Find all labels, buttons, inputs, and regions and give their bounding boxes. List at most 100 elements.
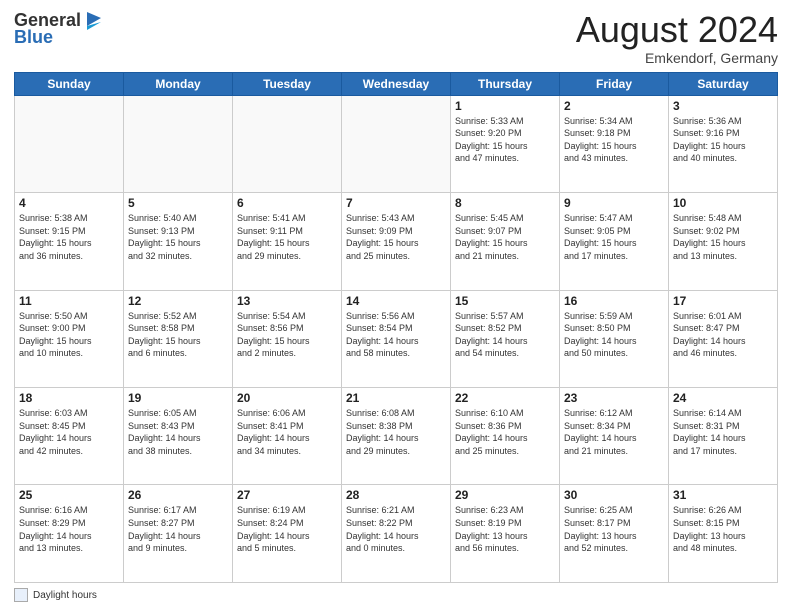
logo: General Blue <box>14 10 105 48</box>
col-saturday: Saturday <box>669 72 778 95</box>
calendar-cell <box>233 95 342 192</box>
week-row-0: 1 Sunrise: 5:33 AM Sunset: 9:20 PM Daylig… <box>15 95 778 192</box>
day-info: Sunrise: 5:38 AM Sunset: 9:15 PM Dayligh… <box>19 212 119 262</box>
day-number: 2 <box>564 99 664 113</box>
title-month: August 2024 <box>576 10 778 50</box>
calendar-cell: 31 Sunrise: 6:26 AM Sunset: 8:15 PM Dayli… <box>669 485 778 583</box>
day-info: Sunrise: 6:05 AM Sunset: 8:43 PM Dayligh… <box>128 407 228 457</box>
legend: Daylight hours <box>14 588 778 602</box>
day-number: 22 <box>455 391 555 405</box>
calendar-cell <box>342 95 451 192</box>
day-info: Sunrise: 6:25 AM Sunset: 8:17 PM Dayligh… <box>564 504 664 554</box>
title-location: Emkendorf, Germany <box>576 50 778 66</box>
day-info: Sunrise: 5:47 AM Sunset: 9:05 PM Dayligh… <box>564 212 664 262</box>
col-sunday: Sunday <box>15 72 124 95</box>
calendar-cell <box>15 95 124 192</box>
day-info: Sunrise: 5:43 AM Sunset: 9:09 PM Dayligh… <box>346 212 446 262</box>
day-number: 1 <box>455 99 555 113</box>
calendar-cell: 15 Sunrise: 5:57 AM Sunset: 8:52 PM Dayli… <box>451 290 560 387</box>
logo-icon <box>83 8 105 30</box>
calendar-cell: 9 Sunrise: 5:47 AM Sunset: 9:05 PM Daylig… <box>560 193 669 290</box>
logo-blue-text: Blue <box>14 27 53 48</box>
calendar-cell <box>124 95 233 192</box>
day-number: 9 <box>564 196 664 210</box>
day-number: 16 <box>564 294 664 308</box>
day-number: 10 <box>673 196 773 210</box>
calendar-cell: 3 Sunrise: 5:36 AM Sunset: 9:16 PM Daylig… <box>669 95 778 192</box>
page: General Blue August 2024 Emkendorf, Germ… <box>0 0 792 612</box>
day-info: Sunrise: 5:52 AM Sunset: 8:58 PM Dayligh… <box>128 310 228 360</box>
day-info: Sunrise: 6:03 AM Sunset: 8:45 PM Dayligh… <box>19 407 119 457</box>
calendar-cell: 28Sunrise: 6:21 AM Sunset: 8:22 PM Dayli… <box>342 485 451 583</box>
day-info: Sunrise: 6:26 AM Sunset: 8:15 PM Dayligh… <box>673 504 773 554</box>
header: General Blue August 2024 Emkendorf, Germ… <box>14 10 778 66</box>
calendar-cell: 20Sunrise: 6:06 AM Sunset: 8:41 PM Dayli… <box>233 388 342 485</box>
day-number: 11 <box>19 294 119 308</box>
calendar-cell: 27Sunrise: 6:19 AM Sunset: 8:24 PM Dayli… <box>233 485 342 583</box>
day-number: 26 <box>128 488 228 502</box>
day-number: 19 <box>128 391 228 405</box>
day-info: Sunrise: 5:48 AM Sunset: 9:02 PM Dayligh… <box>673 212 773 262</box>
day-info: Sunrise: 6:23 AM Sunset: 8:19 PM Dayligh… <box>455 504 555 554</box>
calendar-cell: 26 Sunrise: 6:17 AM Sunset: 8:27 PM Dayli… <box>124 485 233 583</box>
calendar-cell: 29 Sunrise: 6:23 AM Sunset: 8:19 PM Dayli… <box>451 485 560 583</box>
day-number: 13 <box>237 294 337 308</box>
col-tuesday: Tuesday <box>233 72 342 95</box>
day-number: 15 <box>455 294 555 308</box>
day-number: 21 <box>346 391 446 405</box>
day-number: 12 <box>128 294 228 308</box>
calendar-cell: 1 Sunrise: 5:33 AM Sunset: 9:20 PM Daylig… <box>451 95 560 192</box>
legend-label: Daylight hours <box>33 590 97 601</box>
day-info: Sunrise: 6:08 AM Sunset: 8:38 PM Dayligh… <box>346 407 446 457</box>
legend-box <box>14 588 28 602</box>
day-info: Sunrise: 6:16 AM Sunset: 8:29 PM Dayligh… <box>19 504 119 554</box>
week-row-2: 11 Sunrise: 5:50 AM Sunset: 9:00 PM Dayli… <box>15 290 778 387</box>
calendar-cell: 11 Sunrise: 5:50 AM Sunset: 9:00 PM Dayli… <box>15 290 124 387</box>
day-info: Sunrise: 5:33 AM Sunset: 9:20 PM Dayligh… <box>455 115 555 165</box>
day-number: 14 <box>346 294 446 308</box>
week-row-3: 18Sunrise: 6:03 AM Sunset: 8:45 PM Dayli… <box>15 388 778 485</box>
calendar-cell: 13Sunrise: 5:54 AM Sunset: 8:56 PM Dayli… <box>233 290 342 387</box>
day-number: 29 <box>455 488 555 502</box>
day-number: 6 <box>237 196 337 210</box>
day-info: Sunrise: 6:06 AM Sunset: 8:41 PM Dayligh… <box>237 407 337 457</box>
title-block: August 2024 Emkendorf, Germany <box>576 10 778 66</box>
day-info: Sunrise: 6:01 AM Sunset: 8:47 PM Dayligh… <box>673 310 773 360</box>
day-info: Sunrise: 5:59 AM Sunset: 8:50 PM Dayligh… <box>564 310 664 360</box>
calendar-cell: 10 Sunrise: 5:48 AM Sunset: 9:02 PM Dayli… <box>669 193 778 290</box>
day-info: Sunrise: 6:12 AM Sunset: 8:34 PM Dayligh… <box>564 407 664 457</box>
calendar-header-row: Sunday Monday Tuesday Wednesday Thursday… <box>15 72 778 95</box>
week-row-1: 4 Sunrise: 5:38 AM Sunset: 9:15 PM Daylig… <box>15 193 778 290</box>
day-info: Sunrise: 5:34 AM Sunset: 9:18 PM Dayligh… <box>564 115 664 165</box>
calendar-cell: 22 Sunrise: 6:10 AM Sunset: 8:36 PM Dayli… <box>451 388 560 485</box>
day-info: Sunrise: 6:19 AM Sunset: 8:24 PM Dayligh… <box>237 504 337 554</box>
calendar-cell: 4 Sunrise: 5:38 AM Sunset: 9:15 PM Daylig… <box>15 193 124 290</box>
calendar-table: Sunday Monday Tuesday Wednesday Thursday… <box>14 72 778 583</box>
day-number: 23 <box>564 391 664 405</box>
calendar-cell: 2 Sunrise: 5:34 AM Sunset: 9:18 PM Daylig… <box>560 95 669 192</box>
day-info: Sunrise: 5:57 AM Sunset: 8:52 PM Dayligh… <box>455 310 555 360</box>
calendar-cell: 21 Sunrise: 6:08 AM Sunset: 8:38 PM Dayli… <box>342 388 451 485</box>
day-number: 31 <box>673 488 773 502</box>
day-number: 17 <box>673 294 773 308</box>
calendar-cell: 6Sunrise: 5:41 AM Sunset: 9:11 PM Daylig… <box>233 193 342 290</box>
day-number: 3 <box>673 99 773 113</box>
calendar-cell: 12 Sunrise: 5:52 AM Sunset: 8:58 PM Dayli… <box>124 290 233 387</box>
calendar-cell: 14Sunrise: 5:56 AM Sunset: 8:54 PM Dayli… <box>342 290 451 387</box>
calendar-cell: 17 Sunrise: 6:01 AM Sunset: 8:47 PM Dayli… <box>669 290 778 387</box>
day-info: Sunrise: 6:10 AM Sunset: 8:36 PM Dayligh… <box>455 407 555 457</box>
day-number: 7 <box>346 196 446 210</box>
calendar-cell: 25Sunrise: 6:16 AM Sunset: 8:29 PM Dayli… <box>15 485 124 583</box>
day-info: Sunrise: 5:50 AM Sunset: 9:00 PM Dayligh… <box>19 310 119 360</box>
day-number: 4 <box>19 196 119 210</box>
calendar-cell: 30Sunrise: 6:25 AM Sunset: 8:17 PM Dayli… <box>560 485 669 583</box>
calendar-cell: 18Sunrise: 6:03 AM Sunset: 8:45 PM Dayli… <box>15 388 124 485</box>
calendar-cell: 24Sunrise: 6:14 AM Sunset: 8:31 PM Dayli… <box>669 388 778 485</box>
col-wednesday: Wednesday <box>342 72 451 95</box>
week-row-4: 25Sunrise: 6:16 AM Sunset: 8:29 PM Dayli… <box>15 485 778 583</box>
col-thursday: Thursday <box>451 72 560 95</box>
day-info: Sunrise: 6:17 AM Sunset: 8:27 PM Dayligh… <box>128 504 228 554</box>
calendar-cell: 5Sunrise: 5:40 AM Sunset: 9:13 PM Daylig… <box>124 193 233 290</box>
day-info: Sunrise: 5:36 AM Sunset: 9:16 PM Dayligh… <box>673 115 773 165</box>
day-number: 5 <box>128 196 228 210</box>
